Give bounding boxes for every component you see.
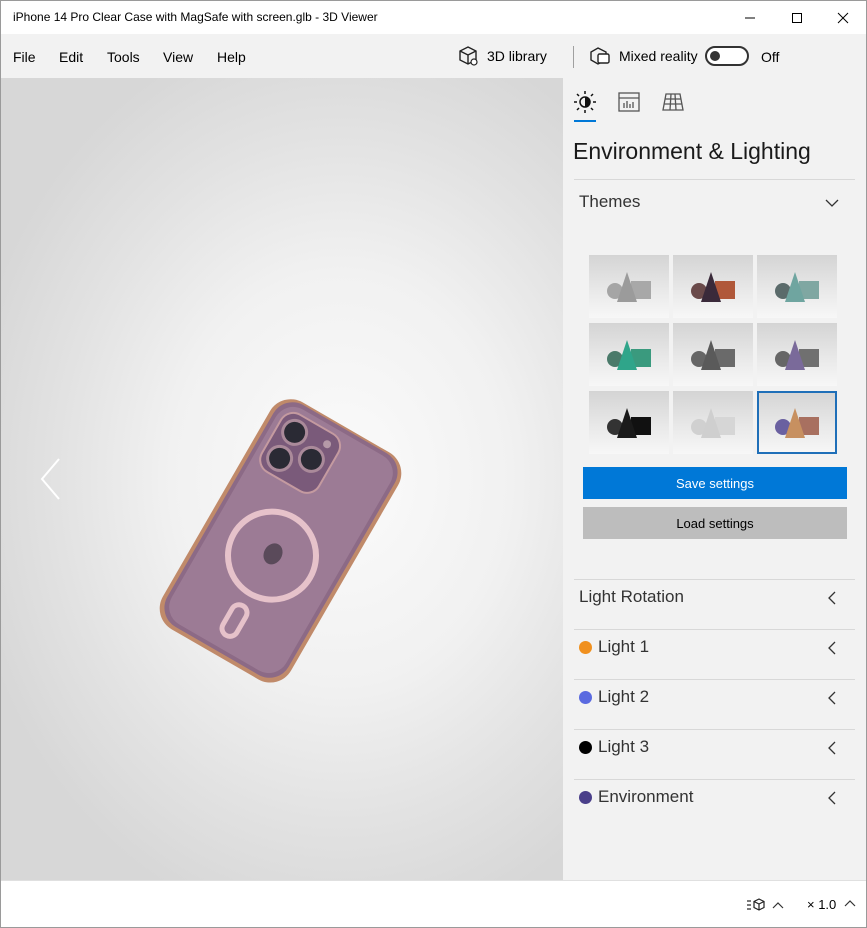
section-label: Environment [598, 787, 694, 806]
mixed-reality-icon [590, 47, 610, 65]
color-dot-icon [579, 740, 592, 754]
menu-help[interactable]: Help [217, 49, 246, 65]
status-bar: × 1.0 [1, 880, 866, 927]
maximize-button[interactable] [774, 1, 820, 34]
menu-edit[interactable]: Edit [59, 49, 83, 65]
chevron-left-icon[interactable] [825, 791, 839, 805]
theme-thumbnail[interactable] [589, 255, 669, 318]
3d-library-label: 3D library [487, 48, 547, 64]
section-environment[interactable]: Environment [579, 787, 693, 807]
toggle-knob [710, 51, 720, 61]
menu-bar: File Edit Tools View Help 3D library Mix… [1, 34, 866, 78]
section-divider [574, 779, 855, 780]
save-settings-button[interactable]: Save settings [583, 467, 847, 499]
mixed-reality-toggle[interactable] [705, 46, 749, 66]
environment-panel: Environment & Lighting Themes Save setti… [563, 78, 866, 880]
stats-icon[interactable] [617, 90, 641, 114]
section-divider [574, 629, 855, 630]
chevron-up-icon[interactable] [844, 898, 856, 908]
theme-preview-icon [775, 340, 819, 370]
section-light-rotation[interactable]: Light Rotation [579, 587, 684, 607]
minimize-icon [745, 17, 755, 18]
cube-icon [459, 46, 478, 66]
theme-thumbnail[interactable] [673, 391, 753, 454]
chevron-left-icon[interactable] [825, 641, 839, 655]
view-mode-button[interactable] [746, 897, 784, 913]
title-bar: iPhone 14 Pro Clear Case with MagSafe wi… [1, 1, 866, 34]
theme-preview-icon [607, 272, 651, 302]
theme-preview-icon [691, 340, 735, 370]
theme-thumbnail[interactable] [757, 391, 837, 454]
panel-title: Environment & Lighting [573, 138, 811, 164]
themes-grid [589, 255, 838, 455]
theme-thumbnail[interactable] [589, 391, 669, 454]
load-settings-button[interactable]: Load settings [583, 507, 847, 539]
section-label: Light 1 [598, 637, 650, 656]
color-dot-icon [579, 690, 592, 704]
3d-viewport[interactable] [1, 78, 563, 880]
menu-view[interactable]: View [163, 49, 193, 65]
theme-thumbnail[interactable] [757, 323, 837, 386]
theme-preview-icon [775, 408, 819, 438]
maximize-icon [792, 12, 802, 23]
themes-header[interactable]: Themes [579, 192, 640, 212]
theme-preview-icon [691, 408, 735, 438]
chevron-left-icon[interactable] [825, 591, 839, 605]
active-tab-indicator [574, 120, 596, 122]
minimize-button[interactable] [727, 1, 773, 34]
close-button[interactable] [820, 1, 866, 34]
theme-thumbnail[interactable] [673, 323, 753, 386]
mixed-reality-label: Mixed reality [619, 48, 698, 64]
phone-model[interactable] [1, 78, 563, 880]
chevron-left-icon[interactable] [825, 691, 839, 705]
mixed-reality-button[interactable]: Mixed reality [589, 44, 698, 68]
grid-icon[interactable] [661, 90, 685, 114]
section-divider [574, 579, 855, 580]
section-divider [574, 729, 855, 730]
theme-preview-icon [607, 408, 651, 438]
section-label: Light 2 [598, 687, 650, 706]
sun-icon[interactable] [573, 90, 597, 114]
theme-thumbnail[interactable] [673, 255, 753, 318]
menu-divider [573, 46, 574, 68]
theme-thumbnail[interactable] [589, 323, 669, 386]
chevron-down-icon[interactable] [825, 196, 839, 210]
section-light-3[interactable]: Light 3 [579, 737, 649, 757]
chevron-left-icon[interactable] [825, 741, 839, 755]
theme-thumbnail[interactable] [757, 255, 837, 318]
section-light-2[interactable]: Light 2 [579, 687, 649, 707]
window-title: iPhone 14 Pro Clear Case with MagSafe wi… [13, 10, 378, 24]
menu-file[interactable]: File [13, 49, 36, 65]
section-divider [574, 679, 855, 680]
theme-preview-icon [607, 340, 651, 370]
theme-preview-icon [691, 272, 735, 302]
3d-library-button[interactable]: 3D library [457, 44, 547, 68]
section-label: Light Rotation [579, 587, 684, 606]
section-divider [574, 179, 855, 180]
theme-preview-icon [775, 272, 819, 302]
section-light-1[interactable]: Light 1 [579, 637, 649, 657]
color-dot-icon [579, 640, 592, 654]
color-dot-icon [579, 790, 592, 804]
close-icon [837, 12, 849, 23]
chevron-up-icon [772, 902, 784, 909]
themes-label: Themes [579, 192, 641, 211]
app-window: iPhone 14 Pro Clear Case with MagSafe wi… [0, 0, 867, 928]
section-label: Light 3 [598, 737, 650, 756]
cube-list-icon [747, 898, 765, 911]
zoom-level[interactable]: × 1.0 [807, 897, 836, 912]
mixed-reality-state: Off [761, 49, 780, 65]
menu-tools[interactable]: Tools [107, 49, 140, 65]
